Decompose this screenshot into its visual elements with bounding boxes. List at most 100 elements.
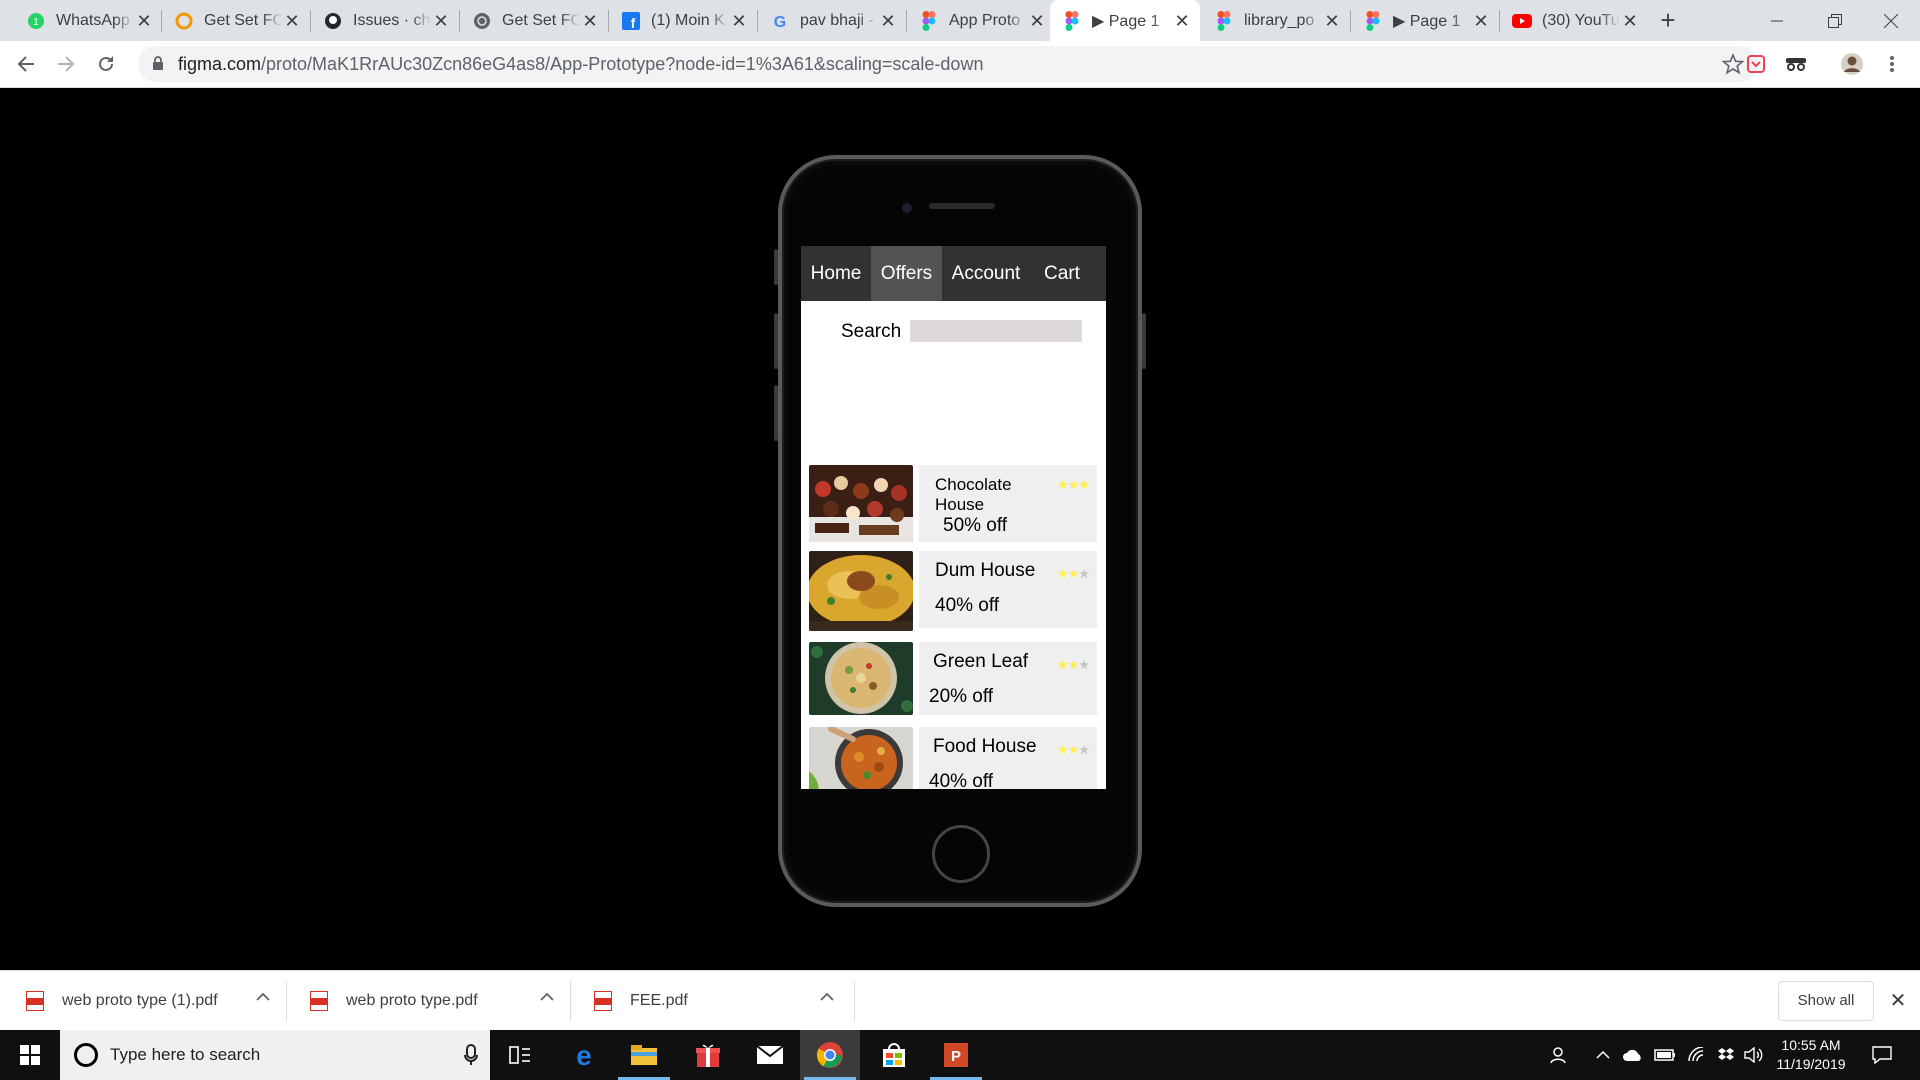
url-host: figma.com: [178, 54, 262, 74]
close-icon[interactable]: ✕: [1471, 11, 1491, 31]
phone-camera: [902, 203, 912, 213]
profile-avatar[interactable]: [1836, 48, 1868, 80]
forward-button[interactable]: [50, 48, 82, 80]
restaurant-row[interactable]: Dum House 40% off ★★★: [809, 551, 1099, 631]
show-all-button[interactable]: Show all: [1778, 981, 1874, 1021]
url-path: /proto/MaK1RrAUc30Zcn86eG4as8/App-Protot…: [261, 54, 984, 74]
phone-home-button[interactable]: [932, 825, 990, 883]
incognito-extension-icon[interactable]: [1780, 48, 1812, 80]
close-icon[interactable]: ✕: [431, 11, 451, 31]
dropbox-icon[interactable]: [1712, 1030, 1740, 1080]
wifi-icon[interactable]: [1682, 1030, 1712, 1080]
volume-icon[interactable]: [1740, 1030, 1768, 1080]
star-icon: ★: [1078, 742, 1090, 757]
star-icon: ★: [1078, 566, 1090, 581]
youtube-icon: [1512, 11, 1532, 31]
star-icon: ★: [1067, 477, 1080, 492]
tab-page1-active[interactable]: ▶ Page 1 ✕: [1050, 0, 1200, 41]
download-item[interactable]: web proto type.pdf: [310, 971, 554, 1031]
restaurant-row[interactable]: Food House 40% off ★★★: [809, 727, 1099, 789]
tab-title: ▶ Page 1: [1393, 12, 1461, 30]
svg-text:1: 1: [33, 17, 39, 28]
menu-kebab-icon[interactable]: [1876, 48, 1908, 80]
search-label: Search: [841, 321, 902, 342]
action-center-icon[interactable]: [1862, 1030, 1902, 1080]
back-button[interactable]: [10, 48, 42, 80]
battery-icon[interactable]: [1650, 1030, 1680, 1080]
back-arrow-icon: [17, 56, 34, 72]
onedrive-cloud-icon[interactable]: [1618, 1030, 1648, 1080]
new-tab-button[interactable]: +: [1654, 6, 1682, 34]
restaurant-card: Green Leaf 20% off ★★★: [919, 642, 1097, 715]
powerpoint-icon[interactable]: P: [926, 1030, 986, 1080]
figma-icon: [1062, 10, 1082, 31]
start-button[interactable]: [0, 1030, 60, 1080]
restaurant-row[interactable]: Chocolate House 50% off ★★★: [809, 465, 1099, 542]
windows-taskbar: Type here to search e P 10:55 AM 11/19/2…: [0, 1030, 1920, 1080]
close-icon[interactable]: ✕: [1322, 11, 1342, 31]
restaurant-row[interactable]: Green Leaf 20% off ★★★: [809, 642, 1099, 715]
windows-logo-icon: [20, 1045, 40, 1065]
tab-page1[interactable]: ▶ Page 1 ✕: [1351, 0, 1499, 41]
tab-title: library_po: [1244, 11, 1315, 29]
show-hidden-icons-chevron-icon[interactable]: [1590, 1030, 1616, 1080]
close-icon[interactable]: ✕: [580, 11, 600, 31]
close-icon[interactable]: ✕: [729, 11, 749, 31]
download-item[interactable]: web proto type (1).pdf: [26, 971, 270, 1031]
close-icon[interactable]: ✕: [1620, 11, 1640, 31]
nav-offers[interactable]: Offers: [871, 246, 942, 301]
close-icon[interactable]: ✕: [1172, 11, 1192, 31]
task-view-icon[interactable]: [490, 1030, 550, 1080]
close-download-bar-icon[interactable]: ✕: [1886, 989, 1910, 1013]
restaurant-offer: 40% off: [935, 595, 1000, 616]
download-filename: web proto type.pdf: [346, 992, 478, 1009]
forward-arrow-icon: [58, 56, 75, 72]
search-input[interactable]: [910, 320, 1082, 342]
tab-library[interactable]: library_po ✕: [1202, 0, 1350, 41]
nav-home[interactable]: Home: [801, 246, 871, 301]
restaurant-card: Food House 40% off ★★★: [919, 727, 1097, 789]
people-icon[interactable]: [1544, 1030, 1576, 1080]
app-nav-bar: Home Offers Account Cart: [801, 246, 1106, 301]
chevron-up-icon[interactable]: [540, 989, 554, 1007]
tab-app-prototype[interactable]: App Proto ✕: [907, 0, 1055, 41]
chevron-up-icon[interactable]: [820, 989, 834, 1007]
download-item[interactable]: FEE.pdf: [594, 971, 834, 1031]
rating-stars: ★★★: [1057, 742, 1090, 758]
download-filename: web proto type (1).pdf: [62, 992, 218, 1009]
close-window-button[interactable]: [1862, 0, 1920, 41]
close-icon[interactable]: ✕: [878, 11, 898, 31]
pocket-extension-icon[interactable]: [1740, 48, 1772, 80]
rating-stars: ★★★: [1057, 566, 1090, 582]
mail-icon[interactable]: [740, 1030, 800, 1080]
close-icon[interactable]: ✕: [282, 11, 302, 31]
address-bar[interactable]: figma.com/proto/MaK1RrAUc30Zcn86eG4as8/A…: [138, 46, 1758, 82]
microphone-icon[interactable]: [464, 1044, 478, 1071]
tab-title: WhatsApp: [56, 11, 130, 29]
tab-google-search[interactable]: G pav bhaji - ✕: [758, 0, 906, 41]
file-explorer-icon[interactable]: [614, 1030, 674, 1080]
reload-button[interactable]: [90, 48, 122, 80]
taskbar-clock[interactable]: 10:55 AM 11/19/2019: [1766, 1036, 1856, 1074]
nav-cart[interactable]: Cart: [1030, 246, 1094, 301]
tab-title: Get Set FOSS: [502, 11, 580, 29]
chrome-icon[interactable]: [800, 1030, 860, 1080]
close-icon[interactable]: ✕: [1027, 11, 1047, 31]
edge-browser-icon[interactable]: e: [554, 1030, 614, 1080]
figma-icon: [1363, 10, 1383, 31]
restore-button[interactable]: [1806, 0, 1864, 41]
taskbar-search-box[interactable]: Type here to search: [60, 1030, 490, 1080]
nav-account[interactable]: Account: [942, 246, 1030, 301]
gift-app-icon[interactable]: [678, 1030, 738, 1080]
tab-whatsapp[interactable]: 1 WhatsApp ✕: [14, 0, 162, 41]
close-icon[interactable]: ✕: [134, 11, 154, 31]
tab-getsetfoss-2[interactable]: Get Set FOSS ✕: [460, 0, 608, 41]
chevron-up-icon[interactable]: [256, 989, 270, 1007]
microsoft-store-icon[interactable]: [864, 1030, 924, 1080]
tab-getsetfoss[interactable]: Get Set FOSS ✕: [162, 0, 310, 41]
tab-facebook[interactable]: f (1) Moin K ✕: [609, 0, 757, 41]
tab-github-issues[interactable]: Issues · ch ✕: [311, 0, 459, 41]
minimize-button[interactable]: [1748, 0, 1806, 41]
tab-youtube[interactable]: (30) YouTu ✕: [1500, 0, 1648, 41]
dessert-photo: [809, 465, 913, 542]
